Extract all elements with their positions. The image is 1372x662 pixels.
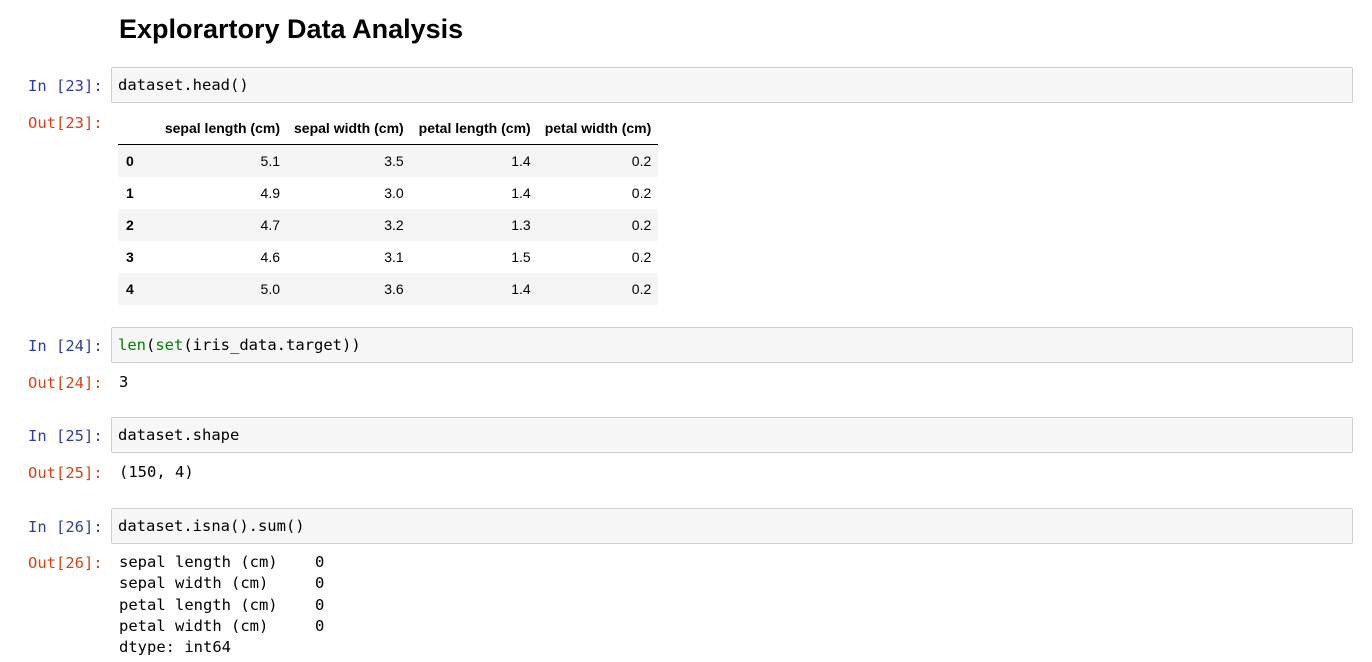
dataframe-output: sepal length (cm) sepal width (cm) petal… [118, 112, 659, 305]
table-cell: 3.1 [384, 249, 404, 265]
code-input-25[interactable]: dataset.shape [111, 417, 1353, 453]
output-line: sepal width (cm) 0 [119, 574, 325, 593]
output-line: petal length (cm) 0 [119, 595, 325, 614]
table-cell: 1.5 [511, 249, 531, 265]
table-row: 0 5.1 3.5 1.4 0.2 [118, 144, 659, 177]
out-prompt-23: Out[23]: [28, 114, 103, 132]
in-prompt-26: In [26]: [28, 518, 103, 536]
code-text: ( [146, 336, 156, 354]
output-text-25: (150, 4) [119, 463, 194, 481]
code-input-23[interactable]: dataset.head() [111, 67, 1353, 103]
markdown-heading: Explorartory Data Analysis [119, 14, 464, 44]
table-cell: 1.4 [511, 153, 531, 169]
column-header: petal length (cm) [410, 112, 538, 145]
row-index: 3 [126, 249, 134, 265]
output-line: dtype: int64 [119, 638, 231, 657]
table-cell: 0.2 [631, 217, 652, 233]
table-row: 4 5.0 3.6 1.4 0.2 [118, 273, 659, 305]
in-prompt-24: In [24]: [28, 337, 103, 355]
out-prompt-24: Out[24]: [28, 374, 103, 392]
in-prompt-25: In [25]: [28, 427, 103, 445]
table-row: 1 4.9 3.0 1.4 0.2 [118, 177, 659, 209]
code-builtin-len: len [118, 336, 146, 354]
row-index: 4 [126, 281, 134, 297]
code-input-24[interactable]: len(set(iris_data.target)) [111, 327, 1353, 363]
table-cell: 1.4 [511, 185, 531, 201]
table-cell: 5.0 [260, 281, 280, 297]
output-series-26: sepal length (cm) 0 sepal width (cm) 0 pet… [119, 552, 324, 658]
table-cell: 0.2 [631, 249, 652, 265]
code-builtin-set: set [155, 336, 184, 354]
table-cell: 0.2 [631, 153, 652, 169]
index-header [118, 112, 150, 145]
table-cell: 4.6 [260, 249, 280, 265]
table-cell: 4.7 [260, 217, 280, 233]
table-cell: 4.9 [260, 185, 280, 201]
table-cell: 3.0 [384, 185, 404, 201]
code-text: (iris_data.target)) [183, 336, 361, 354]
table-cell: 3.2 [384, 217, 404, 233]
table-header-row: sepal length (cm) sepal width (cm) petal… [118, 112, 659, 145]
out-prompt-26: Out[26]: [28, 554, 103, 572]
column-header: sepal length (cm) [150, 112, 287, 145]
output-line: petal width (cm) 0 [119, 616, 325, 635]
in-prompt-23: In [23]: [28, 77, 103, 95]
table-cell: 3.5 [384, 153, 404, 169]
table-row: 3 4.6 3.1 1.5 0.2 [118, 241, 659, 273]
table-cell: 5.1 [260, 153, 280, 169]
table-cell: 0.2 [631, 281, 652, 297]
column-header: sepal width (cm) [287, 112, 411, 145]
table-cell: 1.4 [511, 281, 531, 297]
out-prompt-25: Out[25]: [28, 464, 103, 482]
code-text: dataset.shape [118, 426, 240, 444]
output-text-24: 3 [119, 373, 129, 391]
table-cell: 3.6 [384, 281, 404, 297]
table-cell: 0.2 [631, 185, 652, 201]
row-index: 0 [126, 153, 134, 169]
table-cell: 1.3 [511, 217, 531, 233]
table-row: 2 4.7 3.2 1.3 0.2 [118, 209, 659, 241]
code-text: dataset.isna().sum() [118, 517, 305, 535]
row-index: 1 [126, 185, 134, 201]
row-index: 2 [126, 217, 134, 233]
code-text: dataset.head() [118, 76, 249, 94]
output-line: sepal length (cm) 0 [119, 553, 325, 571]
code-input-26[interactable]: dataset.isna().sum() [111, 508, 1353, 544]
column-header: petal width (cm) [537, 112, 659, 145]
